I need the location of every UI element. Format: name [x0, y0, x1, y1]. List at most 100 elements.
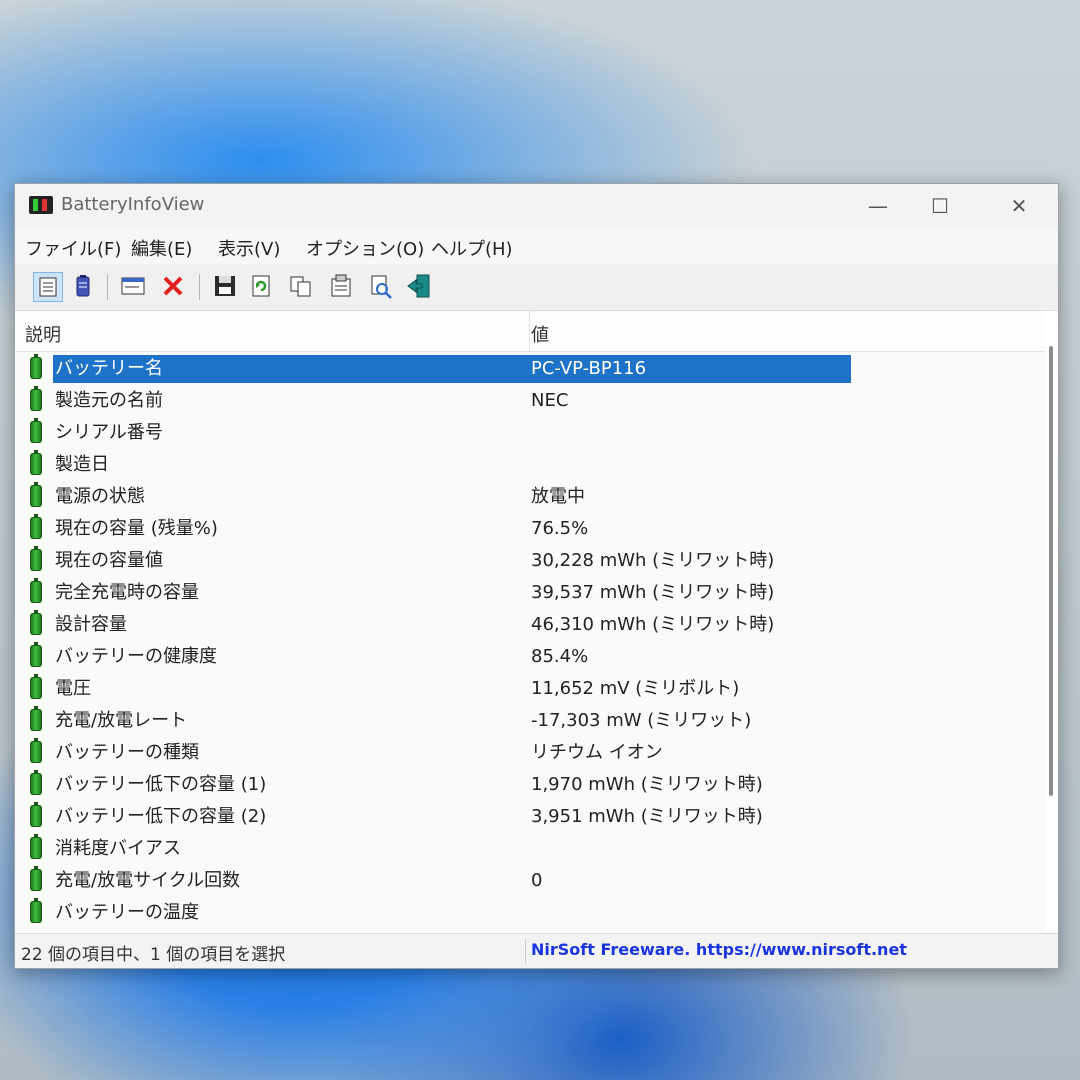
maximize-button[interactable]: ☐ — [920, 190, 960, 222]
list-item[interactable]: 充電/放電レート -17,303 mW (ミリワット) — [15, 705, 1045, 737]
battery-log-icon[interactable] — [69, 272, 99, 302]
html-report-icon[interactable] — [367, 272, 397, 302]
list-rows: バッテリー名 PC-VP-BP116 製造元の名前 NEC シリアル番号 製造日電源の状態… — [15, 353, 1045, 929]
battery-icon — [30, 354, 42, 379]
list-item-label: バッテリーの健康度 — [55, 646, 217, 667]
list-item-label: 充電/放電レート — [55, 710, 188, 731]
battery-icon — [30, 802, 42, 827]
list-item-label: バッテリーの温度 — [55, 902, 199, 923]
list-item[interactable]: 現在の容量値 30,228 mWh (ミリワット時) — [15, 545, 1045, 577]
list-item-value — [529, 835, 531, 863]
list-item[interactable]: バッテリーの健康度 85.4% — [15, 641, 1045, 673]
properties-icon[interactable] — [327, 272, 357, 302]
list-item-label: 充電/放電サイクル回数 — [55, 870, 241, 891]
list-item-label: 製造日 — [55, 454, 109, 475]
battery-app-icon — [29, 196, 53, 214]
list-item-value — [529, 419, 531, 447]
column-header-description[interactable]: 説明 — [25, 321, 61, 347]
battery-info-icon[interactable] — [33, 272, 63, 302]
battery-icon — [30, 578, 42, 603]
battery-icon — [30, 898, 42, 923]
list-item-value: 46,310 mWh (ミリワット時) — [531, 614, 775, 635]
list-item[interactable]: バッテリーの種類 リチウム イオン — [15, 737, 1045, 769]
battery-icon — [30, 738, 42, 763]
list-item[interactable]: シリアル番号 — [15, 417, 1045, 449]
list-item-value — [529, 451, 531, 479]
battery-icon — [30, 642, 42, 667]
save-icon[interactable] — [211, 272, 241, 302]
exit-icon[interactable] — [405, 272, 435, 302]
battery-icon — [30, 674, 42, 699]
vertical-scrollbar[interactable] — [1046, 311, 1056, 931]
list-item-label: 現在の容量値 — [55, 550, 163, 571]
list-item-label: 製造元の名前 — [55, 390, 163, 411]
list-item[interactable]: バッテリー名 PC-VP-BP116 — [15, 353, 1045, 385]
list-item[interactable]: 電圧 11,652 mV (ミリボルト) — [15, 673, 1045, 705]
list-item-value: 76.5% — [531, 518, 589, 539]
battery-icon — [30, 482, 42, 507]
list-item[interactable]: 充電/放電サイクル回数 0 — [15, 865, 1045, 897]
list-item-value: 0 — [531, 870, 543, 891]
column-header-value[interactable]: 値 — [531, 321, 549, 347]
list-item[interactable]: 消耗度バイアス — [15, 833, 1045, 865]
battery-icon — [30, 834, 42, 859]
list-item-label: バッテリーの種類 — [55, 742, 199, 763]
battery-icon — [30, 546, 42, 571]
list-item-value: NEC — [531, 390, 569, 411]
menu-edit[interactable]: 編集(E) — [131, 235, 192, 261]
list-header: 説明 値 — [15, 311, 1045, 352]
list-item[interactable]: 製造日 — [15, 449, 1045, 481]
list-item-value: 放電中 — [531, 486, 585, 507]
list-item[interactable]: バッテリー低下の容量 (1) 1,970 mWh (ミリワット時) — [15, 769, 1045, 801]
minimize-button[interactable]: — — [858, 190, 898, 222]
list-item-label: 電圧 — [55, 678, 91, 699]
window-icon[interactable] — [119, 272, 149, 302]
copy-icon[interactable] — [287, 272, 317, 302]
list-item-value: リチウム イオン — [531, 742, 663, 763]
list-item-label: 完全充電時の容量 — [55, 582, 199, 603]
battery-icon — [30, 386, 42, 411]
list-item-value: -17,303 mW (ミリワット) — [531, 710, 752, 731]
list-item[interactable]: バッテリー低下の容量 (2) 3,951 mWh (ミリワット時) — [15, 801, 1045, 833]
battery-icon — [30, 514, 42, 539]
battery-icon — [30, 770, 42, 795]
status-bar: 22 個の項目中、1 個の項目を選択 NirSoft Freeware. htt… — [15, 933, 1058, 968]
delete-icon[interactable] — [159, 272, 189, 302]
list-item-label: 現在の容量 (残量%) — [55, 518, 218, 539]
list-item-label: 設計容量 — [55, 614, 127, 635]
toolbar — [15, 264, 1058, 311]
list-item-value — [529, 899, 531, 927]
close-button[interactable]: ✕ — [999, 190, 1039, 222]
list-item-label: バッテリー低下の容量 (1) — [55, 774, 267, 795]
scrollbar-thumb[interactable] — [1049, 346, 1053, 796]
list-item[interactable]: 完全充電時の容量 39,537 mWh (ミリワット時) — [15, 577, 1045, 609]
list-item-label: 消耗度バイアス — [55, 838, 181, 859]
menu-file[interactable]: ファイル(F) — [25, 235, 121, 261]
list-item-label: バッテリー名 — [53, 355, 531, 383]
list-item-label: バッテリー低下の容量 (2) — [55, 806, 267, 827]
menu-view[interactable]: 表示(V) — [218, 235, 280, 261]
battery-info-list[interactable]: 説明 値 バッテリー名 PC-VP-BP116 製造元の名前 NEC シリアル番号 製造日… — [15, 311, 1045, 931]
list-item-label: シリアル番号 — [55, 422, 163, 443]
refresh-icon[interactable] — [247, 272, 277, 302]
list-item-label: 電源の状態 — [55, 486, 145, 507]
menu-options[interactable]: オプション(O) — [306, 235, 424, 261]
list-item-value: 85.4% — [531, 646, 589, 667]
menu-help[interactable]: ヘルプ(H) — [431, 235, 513, 261]
title-bar[interactable]: BatteryInfoView — ☐ ✕ — [15, 184, 1058, 228]
list-item[interactable]: バッテリーの温度 — [15, 897, 1045, 929]
list-item-value: 30,228 mWh (ミリワット時) — [531, 550, 775, 571]
nirsoft-link[interactable]: NirSoft Freeware. https://www.nirsoft.ne… — [531, 940, 907, 959]
window-title: BatteryInfoView — [61, 194, 205, 215]
list-item[interactable]: 現在の容量 (残量%) 76.5% — [15, 513, 1045, 545]
list-item[interactable]: 設計容量 46,310 mWh (ミリワット時) — [15, 609, 1045, 641]
list-item[interactable]: 製造元の名前 NEC — [15, 385, 1045, 417]
list-item-value: 39,537 mWh (ミリワット時) — [531, 582, 775, 603]
list-item-value: PC-VP-BP116 — [529, 355, 851, 383]
list-item[interactable]: 電源の状態 放電中 — [15, 481, 1045, 513]
list-item-value: 3,951 mWh (ミリワット時) — [531, 806, 763, 827]
battery-icon — [30, 418, 42, 443]
list-item-value: 1,970 mWh (ミリワット時) — [531, 774, 763, 795]
app-window: BatteryInfoView — ☐ ✕ ファイル(F) 編集(E) 表示(V… — [14, 183, 1059, 969]
battery-icon — [30, 706, 42, 731]
